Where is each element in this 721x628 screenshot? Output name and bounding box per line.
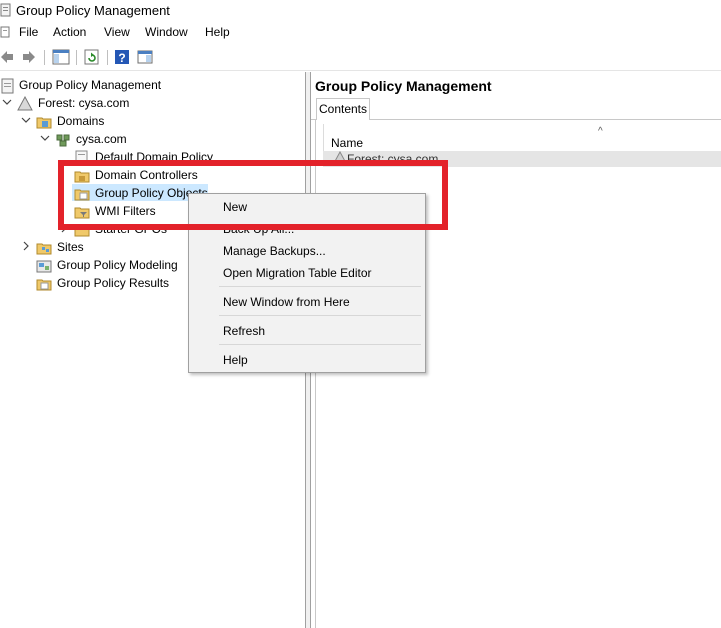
tree-label: Group Policy Results bbox=[57, 276, 170, 290]
menu-item-open-migration-table-editor[interactable]: Open Migration Table Editor bbox=[223, 266, 372, 280]
domain-icon bbox=[56, 134, 70, 147]
title-bar: Group Policy Management bbox=[0, 0, 721, 22]
chevron-down-icon[interactable] bbox=[2, 97, 12, 107]
gpo-link-icon bbox=[75, 150, 88, 166]
gpo-folder-icon bbox=[74, 189, 90, 201]
list-item-label: Forest: cysa.com bbox=[347, 152, 439, 166]
menu-item-manage-backups[interactable]: Manage Backups... bbox=[223, 244, 326, 258]
help-icon[interactable]: ? bbox=[114, 49, 130, 65]
tree-label: Forest: cysa.com bbox=[38, 96, 130, 110]
toolbar-separator bbox=[76, 50, 77, 65]
tree-label: WMI Filters bbox=[95, 204, 156, 218]
menu-item-refresh[interactable]: Refresh bbox=[223, 324, 265, 338]
column-header-name[interactable]: ^ Name bbox=[323, 124, 721, 153]
context-menu: New Back Up All... Manage Backups... Ope… bbox=[188, 193, 426, 373]
menu-separator bbox=[219, 344, 421, 345]
tab-strip: Contents bbox=[311, 98, 721, 120]
tree-label: Domain Controllers bbox=[95, 168, 198, 182]
toolbar-separator bbox=[107, 50, 108, 65]
menu-help[interactable]: Help bbox=[205, 25, 230, 39]
gpm-app-icon bbox=[0, 3, 11, 17]
ou-folder-icon bbox=[74, 171, 90, 183]
window-title: Group Policy Management bbox=[16, 3, 170, 18]
tree-item-forest[interactable]: Forest: cysa.com bbox=[0, 95, 300, 113]
tree-item-default-domain-policy[interactable]: Default Domain Policy bbox=[0, 149, 300, 167]
back-arrow-icon[interactable] bbox=[0, 49, 14, 65]
menu-item-new-window-from-here[interactable]: New Window from Here bbox=[223, 295, 350, 309]
column-header-label: Name bbox=[331, 136, 364, 150]
refresh-icon[interactable] bbox=[84, 49, 100, 65]
menu-file[interactable]: File bbox=[19, 25, 38, 39]
tree-label: Group Policy Modeling bbox=[57, 258, 178, 272]
tree-item-domain-cysa[interactable]: cysa.com bbox=[0, 131, 300, 149]
system-menu-icon[interactable] bbox=[0, 26, 10, 38]
sites-folder-icon bbox=[36, 243, 52, 255]
chevron-down-icon[interactable] bbox=[40, 133, 50, 143]
tree-label: Default Domain Policy bbox=[95, 150, 214, 164]
modeling-icon bbox=[36, 260, 52, 273]
show-hide-tree-icon[interactable] bbox=[52, 49, 70, 65]
menu-view[interactable]: View bbox=[104, 25, 130, 39]
forward-arrow-icon[interactable] bbox=[22, 49, 36, 65]
chevron-down-icon[interactable] bbox=[21, 115, 31, 125]
menu-item-back-up-all[interactable]: Back Up All... bbox=[223, 222, 294, 236]
tree-label: Domains bbox=[57, 114, 105, 128]
toolbar-separator bbox=[44, 50, 45, 65]
menu-separator bbox=[219, 315, 421, 316]
tree-label: cysa.com bbox=[76, 132, 127, 146]
sort-ascending-icon: ^ bbox=[598, 126, 603, 137]
tree-label: Starter GPOs bbox=[95, 222, 168, 236]
menu-window[interactable]: Window bbox=[145, 25, 188, 39]
results-folder-icon bbox=[36, 279, 52, 291]
tree-item-domains[interactable]: Domains bbox=[0, 113, 300, 131]
menu-item-help[interactable]: Help bbox=[223, 353, 248, 367]
tab-contents[interactable]: Contents bbox=[316, 98, 370, 120]
menu-item-new[interactable]: New bbox=[223, 200, 247, 214]
starter-gpo-folder-icon bbox=[74, 225, 90, 237]
tree-label: Group Policy Management bbox=[19, 78, 162, 92]
list-item[interactable]: Forest: cysa.com bbox=[323, 151, 721, 167]
chevron-right-icon[interactable] bbox=[21, 241, 31, 251]
properties-pane-icon[interactable] bbox=[137, 49, 153, 65]
menu-bar: File Action View Window Help bbox=[0, 22, 721, 42]
wmi-folder-icon bbox=[74, 207, 90, 219]
gpm-root-icon bbox=[1, 78, 14, 94]
domains-folder-icon bbox=[36, 117, 52, 129]
menu-separator bbox=[219, 286, 421, 287]
details-header: Group Policy Management bbox=[315, 78, 492, 94]
tree-label: Sites bbox=[57, 240, 84, 254]
forest-icon bbox=[333, 151, 347, 164]
toolbar: ? bbox=[0, 44, 721, 71]
chevron-right-icon[interactable] bbox=[59, 223, 69, 233]
tree-item-domain-controllers[interactable]: Domain Controllers bbox=[0, 167, 300, 185]
svg-text:?: ? bbox=[118, 51, 125, 65]
forest-icon bbox=[17, 96, 33, 111]
tree-item-root[interactable]: Group Policy Management bbox=[0, 77, 300, 95]
menu-action[interactable]: Action bbox=[53, 25, 86, 39]
